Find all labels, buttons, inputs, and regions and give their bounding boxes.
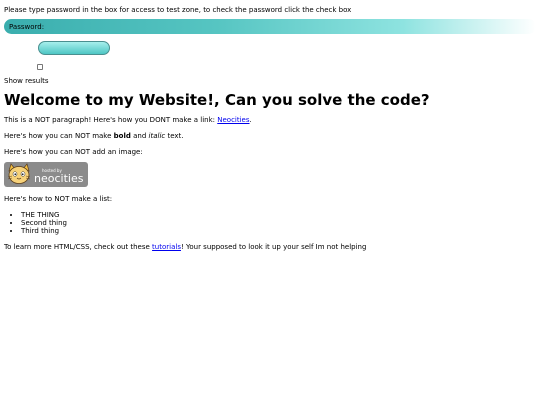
show-results-text: Show results xyxy=(4,77,49,85)
thing-list: THE THING Second thing Third thing xyxy=(4,211,536,235)
list-item: Third thing xyxy=(21,227,536,235)
bold-italic-middle: and xyxy=(130,132,149,140)
password-input[interactable] xyxy=(38,41,110,55)
neocities-badge[interactable]: hosted by neocities xyxy=(4,162,88,187)
paragraph-link-before: This is a NOT paragraph! Here's how you … xyxy=(4,116,218,124)
password-bar: Password: xyxy=(4,19,536,34)
tutorials-before: To learn more HTML/CSS, check out these xyxy=(4,243,153,251)
paragraph-bold-italic: Here's how you can NOT make bold and ita… xyxy=(4,132,536,141)
page-content: Please type password in the box for acce… xyxy=(0,0,540,252)
bold-italic-after: text. xyxy=(165,132,184,140)
neocities-link[interactable]: Neocities xyxy=(217,116,249,124)
list-item: THE THING xyxy=(21,211,536,219)
tutorials-link[interactable]: tutorials xyxy=(152,243,181,251)
paragraph-link-after: . xyxy=(249,116,252,124)
badge-text: hosted by neocities xyxy=(34,167,84,185)
intro-text: Please type password in the box for acce… xyxy=(4,6,352,14)
page-heading: Welcome to my Website!, Can you solve th… xyxy=(4,91,430,109)
bold-italic-before: Here's how you can NOT make xyxy=(4,132,114,140)
paragraph-image: Here's how you can NOT add an image: xyxy=(4,148,143,156)
bold-text: bold xyxy=(113,132,131,140)
password-label: Password: xyxy=(9,22,45,31)
paragraph-link: This is a NOT paragraph! Here's how you … xyxy=(4,116,536,125)
paragraph-list: Here's how to NOT make a list: xyxy=(4,195,113,203)
badge-big-text: neocities xyxy=(34,171,84,185)
check-box[interactable] xyxy=(37,64,43,70)
paragraph-tutorials: To learn more HTML/CSS, check out these … xyxy=(4,243,536,252)
tutorials-after: ! Your supposed to look it up your self … xyxy=(180,243,367,251)
italic-text: italic xyxy=(148,132,166,140)
list-item: Second thing xyxy=(21,219,536,227)
neocities-cat-icon xyxy=(7,163,31,184)
